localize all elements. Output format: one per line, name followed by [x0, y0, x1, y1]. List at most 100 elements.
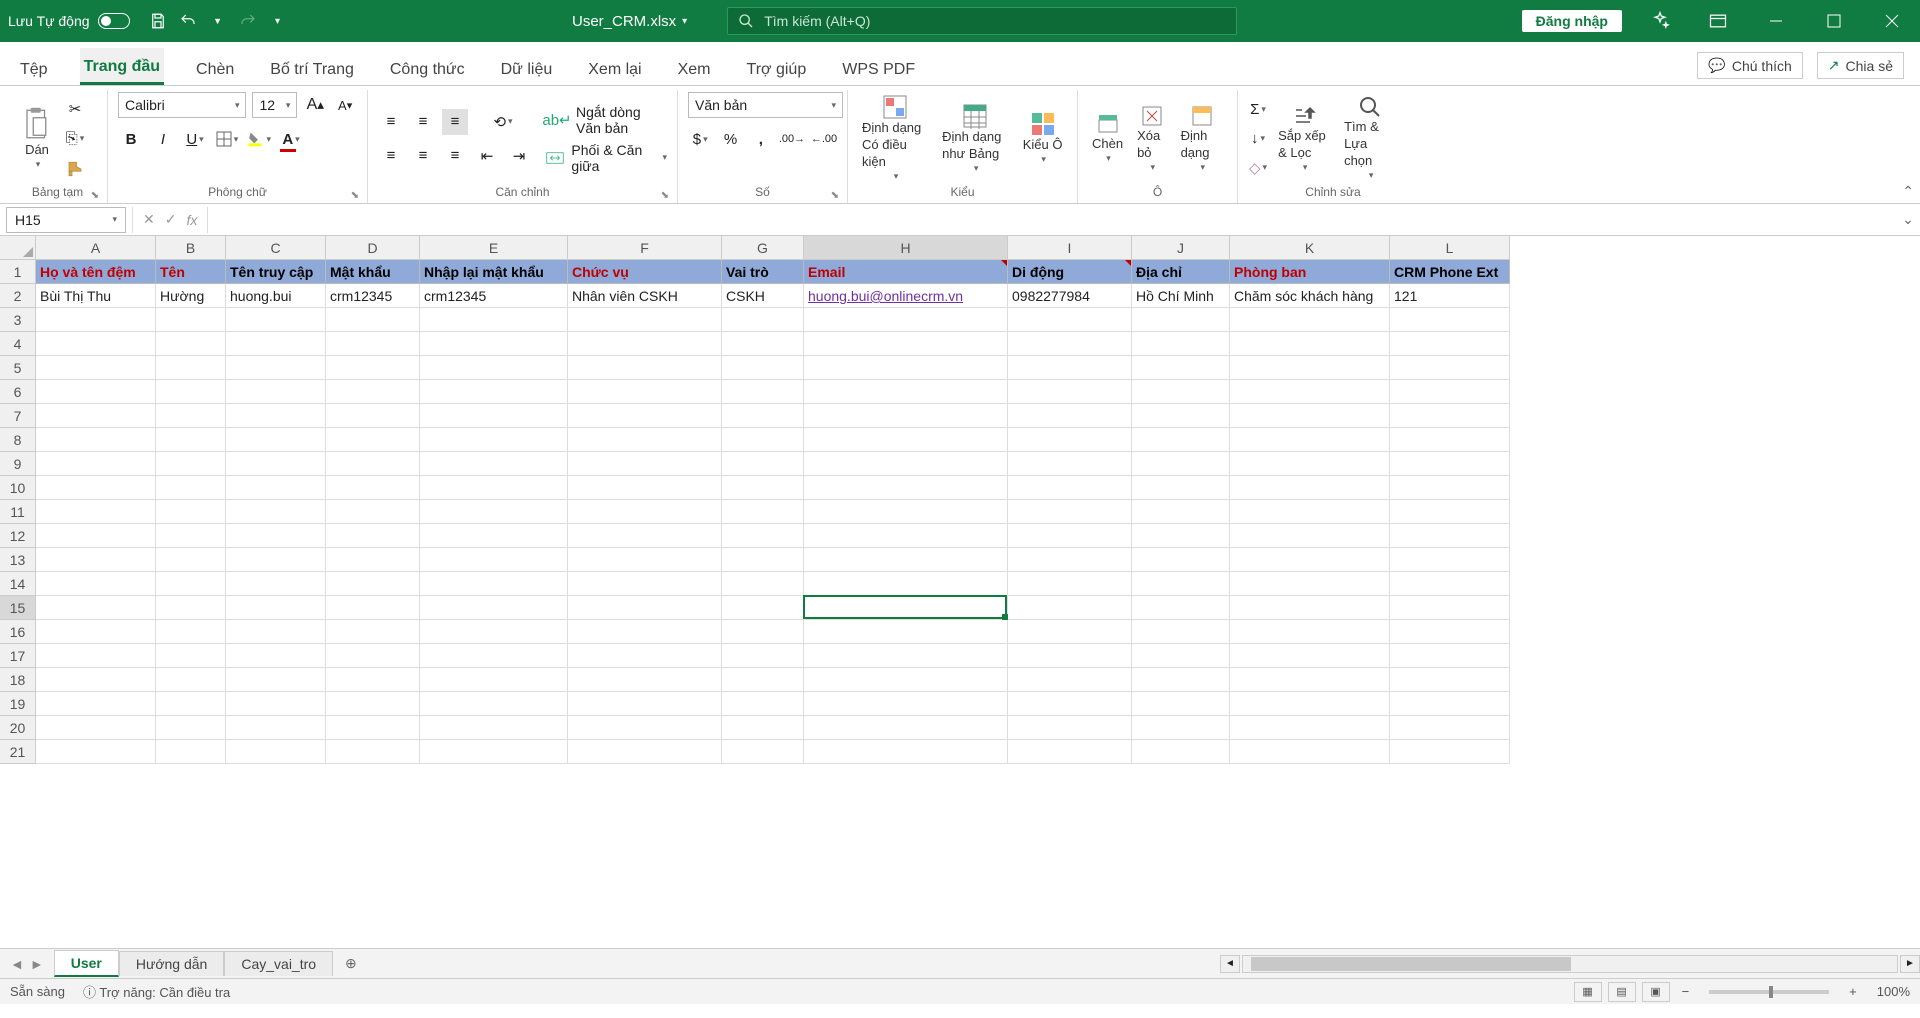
cell-G11[interactable] — [722, 500, 804, 524]
row-header-6[interactable]: 6 — [0, 380, 36, 404]
cell-J6[interactable] — [1132, 380, 1230, 404]
row-header-7[interactable]: 7 — [0, 404, 36, 428]
cell-G15[interactable] — [722, 596, 804, 620]
cell-H4[interactable] — [804, 332, 1008, 356]
cell-E8[interactable] — [420, 428, 568, 452]
tab-wps[interactable]: WPS PDF — [838, 51, 919, 85]
cell-A8[interactable] — [36, 428, 156, 452]
cell-G12[interactable] — [722, 524, 804, 548]
cell-H19[interactable] — [804, 692, 1008, 716]
cell-K6[interactable] — [1230, 380, 1390, 404]
view-normal-icon[interactable]: ▦ — [1574, 982, 1602, 1002]
undo-dropdown-icon[interactable]: ▼ — [208, 11, 228, 31]
cell-K21[interactable] — [1230, 740, 1390, 764]
col-header-A[interactable]: A — [36, 236, 156, 260]
cell-J14[interactable] — [1132, 572, 1230, 596]
align-center-icon[interactable]: ≡ — [410, 143, 436, 169]
cell-C5[interactable] — [226, 356, 326, 380]
cell-C11[interactable] — [226, 500, 326, 524]
col-header-H[interactable]: H — [804, 236, 1008, 260]
sheet-tab-guide[interactable]: Hướng dẫn — [119, 951, 224, 976]
cell-G4[interactable] — [722, 332, 804, 356]
cell-E12[interactable] — [420, 524, 568, 548]
cell-D20[interactable] — [326, 716, 420, 740]
cell-I20[interactable] — [1008, 716, 1132, 740]
cell-K20[interactable] — [1230, 716, 1390, 740]
col-header-B[interactable]: B — [156, 236, 226, 260]
cell-H6[interactable] — [804, 380, 1008, 404]
cell-C13[interactable] — [226, 548, 326, 572]
cell-B16[interactable] — [156, 620, 226, 644]
cell-F13[interactable] — [568, 548, 722, 572]
cell-A14[interactable] — [36, 572, 156, 596]
cell-D19[interactable] — [326, 692, 420, 716]
col-header-I[interactable]: I — [1008, 236, 1132, 260]
cell-B3[interactable] — [156, 308, 226, 332]
tab-help[interactable]: Trợ giúp — [743, 51, 811, 85]
row-header-21[interactable]: 21 — [0, 740, 36, 764]
cell-I4[interactable] — [1008, 332, 1132, 356]
cell-D15[interactable] — [326, 596, 420, 620]
cell-C16[interactable] — [226, 620, 326, 644]
cell-A20[interactable] — [36, 716, 156, 740]
cell-C6[interactable] — [226, 380, 326, 404]
cell-I1[interactable]: Di động — [1008, 260, 1132, 284]
font-name-select[interactable]: Calibri▾ — [118, 92, 246, 118]
cell-D1[interactable]: Mật khẩu — [326, 260, 420, 284]
cell-B2[interactable]: Hường — [156, 284, 226, 308]
cell-L20[interactable] — [1390, 716, 1510, 740]
cell-L4[interactable] — [1390, 332, 1510, 356]
cell-B9[interactable] — [156, 452, 226, 476]
cell-I8[interactable] — [1008, 428, 1132, 452]
orientation-icon[interactable]: ⟲▾ — [474, 109, 532, 135]
cell-L1[interactable]: CRM Phone Ext — [1390, 260, 1510, 284]
cell-C20[interactable] — [226, 716, 326, 740]
autosum-icon[interactable]: Σ▾ — [1248, 97, 1268, 123]
select-all-corner[interactable] — [0, 236, 36, 260]
cell-G1[interactable]: Vai trò — [722, 260, 804, 284]
signin-button[interactable]: Đăng nhập — [1522, 10, 1622, 32]
clear-icon[interactable]: ◇▾ — [1248, 155, 1268, 181]
col-header-C[interactable]: C — [226, 236, 326, 260]
cell-styles-button[interactable]: Kiểu Ô▾ — [1018, 109, 1067, 168]
cell-F8[interactable] — [568, 428, 722, 452]
cell-L10[interactable] — [1390, 476, 1510, 500]
formula-input[interactable] — [208, 207, 1896, 233]
delete-cells-button[interactable]: Xóa bỏ▾ — [1133, 102, 1170, 175]
cell-K10[interactable] — [1230, 476, 1390, 500]
cell-I14[interactable] — [1008, 572, 1132, 596]
row-header-13[interactable]: 13 — [0, 548, 36, 572]
cell-K8[interactable] — [1230, 428, 1390, 452]
zoom-level[interactable]: 100% — [1877, 984, 1910, 999]
cell-B13[interactable] — [156, 548, 226, 572]
row-header-12[interactable]: 12 — [0, 524, 36, 548]
cell-C21[interactable] — [226, 740, 326, 764]
cell-D8[interactable] — [326, 428, 420, 452]
cell-G3[interactable] — [722, 308, 804, 332]
cell-D16[interactable] — [326, 620, 420, 644]
row-header-11[interactable]: 11 — [0, 500, 36, 524]
cell-K9[interactable] — [1230, 452, 1390, 476]
status-accessibility[interactable]: ⓘ Trợ năng: Cần điều tra — [83, 982, 230, 1001]
cell-A4[interactable] — [36, 332, 156, 356]
cell-L16[interactable] — [1390, 620, 1510, 644]
redo-icon[interactable] — [238, 11, 258, 31]
cell-C1[interactable]: Tên truy cập — [226, 260, 326, 284]
cell-J21[interactable] — [1132, 740, 1230, 764]
cell-A18[interactable] — [36, 668, 156, 692]
cell-F2[interactable]: Nhân viên CSKH — [568, 284, 722, 308]
row-header-17[interactable]: 17 — [0, 644, 36, 668]
cell-B20[interactable] — [156, 716, 226, 740]
row-header-20[interactable]: 20 — [0, 716, 36, 740]
cell-E10[interactable] — [420, 476, 568, 500]
cell-I7[interactable] — [1008, 404, 1132, 428]
close-button[interactable] — [1872, 0, 1912, 42]
cell-E16[interactable] — [420, 620, 568, 644]
cell-D6[interactable] — [326, 380, 420, 404]
tab-insert[interactable]: Chèn — [192, 51, 238, 85]
conditional-format-button[interactable]: Định dạng Có điều kiện▾ — [858, 92, 932, 184]
spreadsheet-grid[interactable]: ABCDEFGHIJKL 123456789101112131415161718… — [0, 236, 1920, 948]
cell-K5[interactable] — [1230, 356, 1390, 380]
cell-B10[interactable] — [156, 476, 226, 500]
cell-J3[interactable] — [1132, 308, 1230, 332]
